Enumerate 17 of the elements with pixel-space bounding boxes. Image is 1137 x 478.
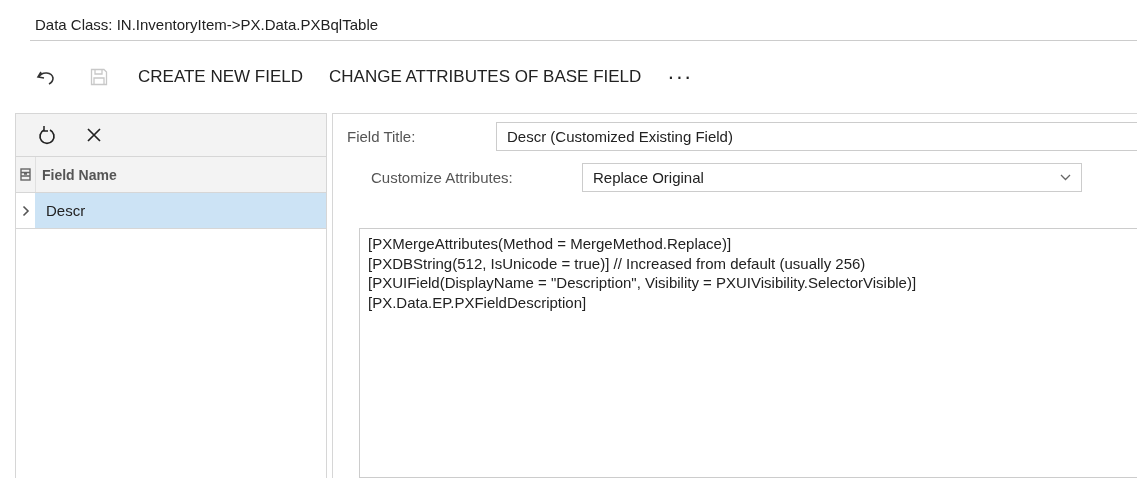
field-title-input[interactable]: Descr (Customized Existing Field) — [496, 122, 1137, 151]
toolbar-button[interactable]: CREATE NEW FIELD — [128, 61, 313, 93]
more-button[interactable]: ··· — [657, 58, 703, 96]
attributes-text-area[interactable]: [PXMergeAttributes(Method = MergeMethod.Replace)] [PXDBString(512, IsUnicode = true)] // Increased from default (usually 256) [PXUIField(DisplayName = "Description", Visibility = PXUIVisibility.SelectorVisible)] [PX.Data.EP.PXFieldDescription] — [359, 228, 1137, 478]
column-settings-icon[interactable] — [20, 168, 31, 181]
data-class-title: Data Class: IN.InventoryItem->PX.Data.PXBqlTable — [35, 16, 379, 33]
table-cell[interactable]: Descr — [35, 193, 326, 228]
refresh-icon — [38, 125, 56, 145]
customize-attributes-label: Customize Attributes: — [371, 169, 514, 186]
close-icon — [86, 127, 102, 143]
save-icon — [90, 68, 108, 86]
toolbar-button[interactable]: CHANGE ATTRIBUTES OF BASE FIELD — [319, 61, 652, 93]
customize-attributes-dropdown[interactable]: Replace Original — [582, 163, 1082, 192]
undo-icon — [36, 69, 56, 85]
chevron-down-icon — [1060, 174, 1071, 181]
chevron-icon[interactable] — [21, 204, 30, 217]
field-title-label: Field Title: — [347, 128, 417, 145]
